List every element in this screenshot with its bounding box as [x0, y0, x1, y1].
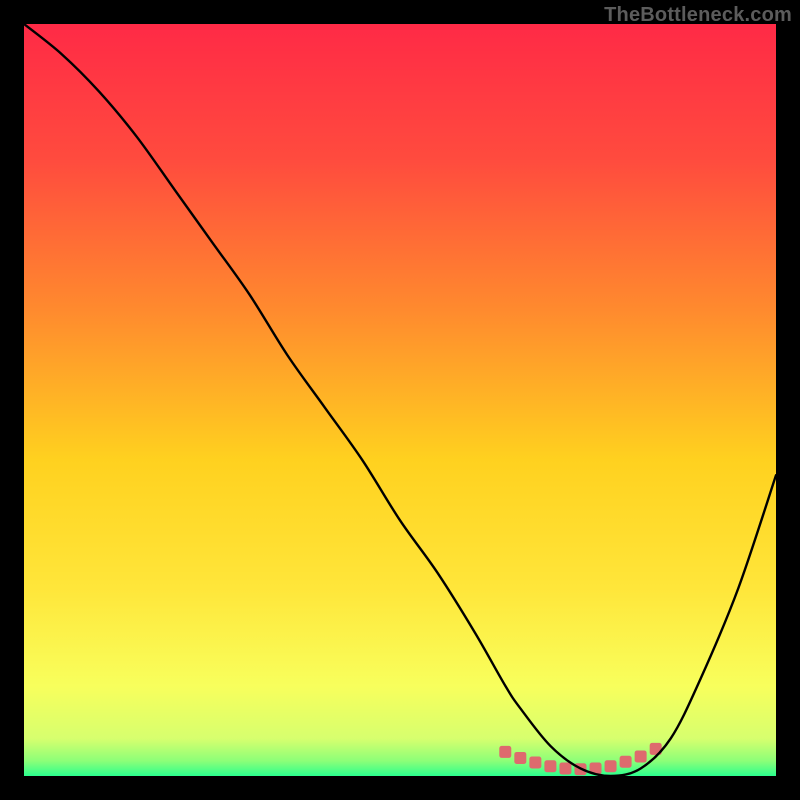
watermark-text: TheBottleneck.com [604, 4, 792, 27]
bottom-band-marker [605, 760, 617, 772]
bottom-band-marker [499, 746, 511, 758]
bottom-band-marker [514, 752, 526, 764]
chart-svg [24, 24, 776, 776]
bottom-band-marker [529, 756, 541, 768]
chart-plot-area [24, 24, 776, 776]
bottom-band-marker [544, 760, 556, 772]
bottom-band-marker [559, 762, 571, 774]
bottom-band-marker [635, 750, 647, 762]
bottom-band-marker [620, 756, 632, 768]
